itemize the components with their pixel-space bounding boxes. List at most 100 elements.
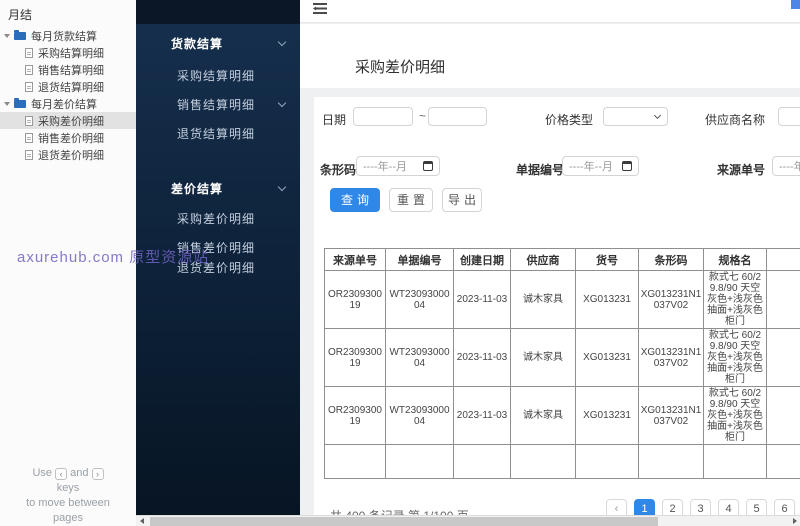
col-header: 货号 xyxy=(575,248,639,271)
table-header-row: 来源单号 单据编号 创建日期 供应商 货号 条形码 规格名 仓库名 xyxy=(324,248,800,271)
cell-supplier: 诚木家具 xyxy=(510,328,576,387)
corner-accent-square xyxy=(791,0,800,9)
nav-group-payment-settle[interactable]: 货款结算 xyxy=(136,35,300,51)
cell-source-no: OR230930019 xyxy=(324,328,386,387)
tree-item-purchase-settle[interactable]: 采购结算明细 xyxy=(0,44,136,61)
nav-item-return-settle[interactable]: 退货结算明细 xyxy=(136,125,300,141)
nav-item-purchase-settle[interactable]: 采购结算明细 xyxy=(136,67,300,83)
cell-barcode: XG013231N1037V02 xyxy=(638,328,704,387)
tree-item-label: 退货结算明细 xyxy=(38,81,104,94)
title-section: 采购差价明细 xyxy=(300,24,800,88)
doc-no-month-input[interactable]: ----年--月 xyxy=(562,156,639,176)
tree-item-purchase-diff-selected[interactable]: 采购差价明细 xyxy=(0,112,136,129)
cell-date: 2023-11-03 xyxy=(453,386,511,445)
document-icon xyxy=(25,115,33,126)
price-type-select[interactable] xyxy=(603,107,668,126)
tree-item-sales-settle[interactable]: 销售结算明细 xyxy=(0,61,136,78)
source-no-label: 来源单号 xyxy=(717,163,766,177)
barcode-month-input[interactable]: ----年--月 xyxy=(356,156,440,176)
nav-group-label: 差价结算 xyxy=(171,181,224,196)
barcode-label: 条形码 xyxy=(320,163,357,177)
calendar-icon[interactable] xyxy=(423,161,433,171)
nav-group-label: 货款结算 xyxy=(171,36,224,51)
cell-barcode: XG013231N1037V02 xyxy=(638,386,704,445)
cell-spec: 款式七 60/29.8/90 天空灰色+浅灰色抽面+浅灰色柜门 xyxy=(703,328,767,387)
month-placeholder: ----年--月 xyxy=(569,161,613,173)
cell-spec: 款式七 60/29.8/90 天空灰色+浅灰色抽面+浅灰色柜门 xyxy=(703,386,767,445)
tree-item-label: 采购结算明细 xyxy=(38,47,104,60)
date-start-input[interactable] xyxy=(353,107,413,126)
nav-item-label: 销售结算明细 xyxy=(177,97,256,112)
cell-warehouse: 40 xyxy=(766,386,800,445)
data-table: 来源单号 单据编号 创建日期 供应商 货号 条形码 规格名 仓库名 OR2309… xyxy=(324,248,800,479)
cell-doc-no: WT2309300004 xyxy=(385,328,454,387)
date-end-input[interactable] xyxy=(428,107,487,126)
table-row: OR230930019 WT2309300004 2023-11-03 诚木家具… xyxy=(324,386,800,445)
scrollbar-thumb[interactable] xyxy=(150,517,658,526)
main-content: 采购差价明细 日期 ~ 价格类型 供应商名称 条形码 ----年--月 单据编号… xyxy=(300,0,800,526)
col-header: 来源单号 xyxy=(324,248,386,271)
folder-icon xyxy=(14,29,26,40)
chevron-down-icon xyxy=(277,98,287,108)
expander-down-icon[interactable] xyxy=(4,101,10,106)
tree-item-return-settle[interactable]: 退货结算明细 xyxy=(0,78,136,95)
page-title: 采购差价明细 xyxy=(355,59,446,76)
triangle-left-icon xyxy=(139,518,144,524)
nav-item-label: 退货结算明细 xyxy=(177,126,256,141)
tree-folder-monthly-payment[interactable]: 每月货款结算 xyxy=(0,27,136,44)
document-icon xyxy=(25,64,33,75)
col-header: 仓库名 xyxy=(766,248,800,271)
nav-group-price-diff-settle[interactable]: 差价结算 xyxy=(136,180,300,196)
cell-item-no: XG013231 xyxy=(575,328,639,387)
search-button[interactable]: 查询 xyxy=(330,188,380,212)
tree-item-label: 采购差价明细 xyxy=(38,115,104,128)
chevron-down-icon xyxy=(277,182,287,192)
export-button[interactable]: 导出 xyxy=(442,188,482,212)
col-header: 单据编号 xyxy=(385,248,454,271)
calendar-icon[interactable] xyxy=(622,161,632,171)
reset-button[interactable]: 重置 xyxy=(389,188,433,212)
cell-barcode: XG013231N1037V02 xyxy=(638,270,704,329)
nav-item-sales-settle[interactable]: 销售结算明细 xyxy=(136,96,300,112)
cell-warehouse: 40 xyxy=(766,328,800,387)
month-placeholder: ----年--月 xyxy=(779,161,800,173)
scroll-right-button[interactable] xyxy=(789,516,800,526)
nav-item-label: 采购差价明细 xyxy=(177,211,256,226)
tree-item-label: 销售结算明细 xyxy=(38,64,104,77)
nav-item-label: 采购结算明细 xyxy=(177,68,256,83)
left-key-icon: ‹ xyxy=(55,468,68,480)
document-icon xyxy=(25,149,33,160)
supplier-name-input[interactable] xyxy=(778,107,800,126)
chevron-down-icon xyxy=(277,37,287,47)
table-row: OR230930019 WT2309300004 2023-11-03 诚木家具… xyxy=(324,270,800,329)
nav-item-purchase-diff[interactable]: 采购差价明细 xyxy=(136,210,300,226)
keyboard-hint: Use ‹ and › keys to move between pages xyxy=(0,466,136,526)
hint-text: and xyxy=(70,467,89,479)
collapse-menu-icon[interactable] xyxy=(313,3,327,14)
cell-source-no: OR230930019 xyxy=(324,270,386,329)
source-no-month-input[interactable]: ----年--月 xyxy=(772,156,800,176)
col-header: 规格名 xyxy=(703,248,767,271)
chevron-down-icon xyxy=(653,111,662,120)
cell-doc-no: WT2309300004 xyxy=(385,386,454,445)
horizontal-scrollbar[interactable] xyxy=(136,515,800,526)
cell-date: 2023-11-03 xyxy=(453,328,511,387)
table-row: OR230930019 WT2309300004 2023-11-03 诚木家具… xyxy=(324,328,800,387)
watermark: axurehub.com 原型资源站 xyxy=(17,249,210,266)
hint-text: pages xyxy=(53,512,83,524)
tree-item-sales-diff[interactable]: 销售差价明细 xyxy=(0,129,136,146)
document-icon xyxy=(25,47,33,58)
price-type-label: 价格类型 xyxy=(545,113,594,127)
content-card: 日期 ~ 价格类型 供应商名称 条形码 ----年--月 单据编号 ----年-… xyxy=(314,97,800,526)
right-key-icon: › xyxy=(91,468,104,480)
tree-item-label: 退货差价明细 xyxy=(38,149,104,162)
range-separator: ~ xyxy=(419,109,427,123)
col-header: 创建日期 xyxy=(453,248,511,271)
col-header: 供应商 xyxy=(510,248,576,271)
scroll-left-button[interactable] xyxy=(136,516,147,526)
col-header: 条形码 xyxy=(638,248,704,271)
expander-down-icon[interactable] xyxy=(4,33,10,38)
tree-folder-monthly-price-diff[interactable]: 每月差价结算 xyxy=(0,95,136,112)
month-placeholder: ----年--月 xyxy=(363,161,407,173)
tree-item-return-diff[interactable]: 退货差价明细 xyxy=(0,146,136,163)
